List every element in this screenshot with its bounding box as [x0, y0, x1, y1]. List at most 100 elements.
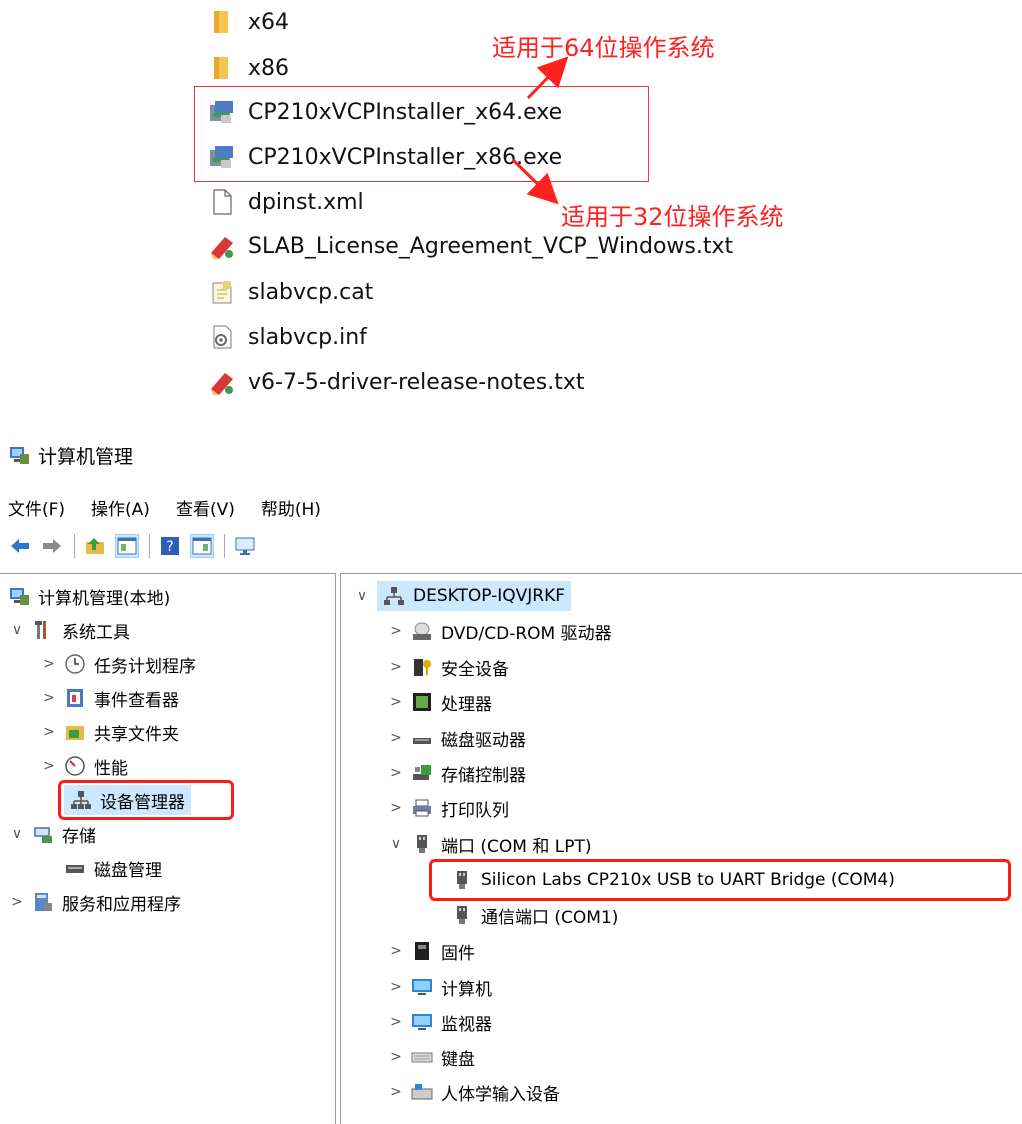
arrow-to-32bit-note — [511, 158, 559, 205]
show-tree-icon[interactable] — [115, 534, 139, 558]
hid-icon — [411, 1081, 433, 1103]
annotation-arrows — [511, 56, 569, 205]
toolbar-separator — [149, 534, 150, 558]
monitor-icon — [411, 1011, 433, 1033]
tree-item-label: 性能 — [94, 758, 128, 779]
chevron-right-icon[interactable]: > — [387, 730, 405, 746]
tree-item-shared-folders[interactable]: > 共享文件夹 — [40, 716, 179, 748]
tree-item-label: 任务计划程序 — [94, 656, 196, 677]
tree-item-label: DVD/CD-ROM 驱动器 — [441, 623, 612, 644]
chevron-down-icon[interactable]: ∨ — [353, 588, 371, 604]
chevron-right-icon[interactable]: > — [387, 943, 405, 959]
tree-item-label: 共享文件夹 — [94, 724, 179, 745]
forward-arrow-icon[interactable] — [40, 534, 64, 558]
device-category-disk-drives[interactable]: > 磁盘驱动器 — [387, 722, 526, 754]
chevron-right-icon[interactable]: > — [40, 656, 58, 672]
monitor-icon[interactable] — [233, 534, 257, 558]
menu-file[interactable]: 文件(F) — [8, 495, 65, 520]
menu-action[interactable]: 操作(A) — [91, 495, 150, 520]
chevron-right-icon[interactable]: > — [387, 1084, 405, 1100]
tree-item-label: DESKTOP-IQVJRKF — [413, 586, 566, 606]
firmware-icon — [411, 940, 433, 962]
storage-controller-icon — [411, 762, 433, 784]
device-com1[interactable]: 通信端口 (COM1) — [451, 899, 618, 931]
tree-item-label: 打印队列 — [441, 800, 509, 821]
security-device-icon — [411, 656, 433, 678]
chevron-right-icon[interactable]: > — [40, 758, 58, 774]
tree-item-label: 计算机 — [441, 979, 492, 1000]
file-list-panel: x64 x86 CP210xVCPInstaller_x64.exe CP210… — [0, 0, 1022, 420]
device-category-print-queue[interactable]: > 打印队列 — [387, 792, 509, 824]
chevron-right-icon[interactable]: > — [387, 623, 405, 639]
window-title: 计算机管理 — [38, 445, 134, 468]
up-folder-icon[interactable] — [83, 534, 107, 558]
chevron-right-icon[interactable]: > — [387, 800, 405, 816]
tree-item-label: 服务和应用程序 — [62, 894, 181, 915]
network-computer-icon — [383, 585, 405, 607]
toolbar-separator — [74, 534, 75, 558]
device-category-firmware[interactable]: > 固件 — [387, 935, 475, 967]
event-viewer-icon — [64, 687, 86, 709]
tree-item-computer-management-local[interactable]: 计算机管理(本地) — [8, 580, 170, 612]
tree-item-system-tools[interactable]: ∨ 系统工具 — [8, 614, 130, 646]
computer-management-icon — [8, 444, 30, 466]
chevron-down-icon[interactable]: ∨ — [8, 622, 26, 638]
port-icon — [411, 833, 433, 855]
menu-view[interactable]: 查看(V) — [176, 495, 235, 520]
help-icon[interactable]: ? — [158, 534, 182, 558]
navigation-tree-pane: 计算机管理(本地) ∨ 系统工具 > 任务计划程序 > 事件查看器 > 共享文件… — [0, 573, 336, 1124]
toolbar-separator — [224, 534, 225, 558]
window-title-bar: 计算机管理 — [8, 435, 133, 475]
chevron-right-icon[interactable]: > — [387, 1014, 405, 1030]
device-category-ports[interactable]: ∨ 端口 (COM 和 LPT) — [387, 828, 592, 860]
device-category-processor[interactable]: > 处理器 — [387, 686, 492, 718]
chevron-right-icon[interactable]: > — [387, 1049, 405, 1065]
storage-icon — [32, 823, 54, 845]
tree-item-storage[interactable]: ∨ 存储 — [8, 818, 96, 850]
device-category-monitors[interactable]: > 监视器 — [387, 1006, 492, 1038]
device-category-computer[interactable]: > 计算机 — [387, 971, 492, 1003]
printer-icon — [411, 797, 433, 819]
chevron-down-icon[interactable]: ∨ — [387, 836, 405, 852]
tree-item-label: 通信端口 (COM1) — [481, 907, 619, 928]
disk-icon — [64, 857, 86, 879]
device-category-storage-controller[interactable]: > 存储控制器 — [387, 757, 526, 789]
tree-item-label: 存储控制器 — [441, 765, 526, 786]
action-pane-icon[interactable] — [190, 534, 214, 558]
device-category-security[interactable]: > 安全设备 — [387, 651, 509, 683]
shared-folder-icon — [64, 721, 86, 743]
chevron-right-icon[interactable]: > — [387, 765, 405, 781]
tree-item-event-viewer[interactable]: > 事件查看器 — [40, 682, 179, 714]
chevron-right-icon[interactable]: > — [8, 894, 26, 910]
chevron-right-icon[interactable]: > — [387, 979, 405, 995]
chevron-down-icon[interactable]: ∨ — [8, 826, 26, 842]
tree-item-label: 监视器 — [441, 1014, 492, 1035]
keyboard-icon — [411, 1046, 433, 1068]
tree-item-label: 事件查看器 — [94, 690, 179, 711]
back-arrow-icon[interactable] — [8, 534, 32, 558]
tree-item-label: 安全设备 — [441, 659, 509, 680]
chevron-right-icon[interactable]: > — [40, 690, 58, 706]
computer-management-window: 计算机管理 文件(F) 操作(A) 查看(V) 帮助(H) ? 计算机管理(本地… — [0, 435, 1022, 1124]
arrow-to-64bit-note — [526, 56, 569, 100]
device-category-hid[interactable]: > 人体学输入设备 — [387, 1076, 560, 1108]
tree-item-disk-management[interactable]: 磁盘管理 — [64, 852, 162, 884]
computer-management-icon — [8, 585, 30, 607]
chevron-right-icon[interactable]: > — [387, 659, 405, 675]
processor-icon — [411, 691, 433, 713]
device-category-dvd[interactable]: > DVD/CD-ROM 驱动器 — [387, 615, 612, 647]
cp210x-highlight-box — [429, 859, 1011, 901]
menu-help[interactable]: 帮助(H) — [261, 495, 321, 520]
dvd-icon — [411, 620, 433, 642]
chevron-right-icon[interactable]: > — [387, 694, 405, 710]
chevron-right-icon[interactable]: > — [40, 724, 58, 740]
tree-item-services-apps[interactable]: > 服务和应用程序 — [8, 886, 181, 918]
menu-bar: 文件(F) 操作(A) 查看(V) 帮助(H) — [8, 489, 347, 525]
tree-item-task-scheduler[interactable]: > 任务计划程序 — [40, 648, 196, 680]
device-root-desktop[interactable]: ∨ DESKTOP-IQVJRKF — [353, 580, 572, 612]
disk-drive-icon — [411, 727, 433, 749]
tree-item-performance[interactable]: > 性能 — [40, 750, 128, 782]
port-icon — [451, 904, 473, 926]
device-category-keyboard[interactable]: > 键盘 — [387, 1041, 475, 1073]
tree-item-label: 磁盘管理 — [94, 860, 162, 881]
